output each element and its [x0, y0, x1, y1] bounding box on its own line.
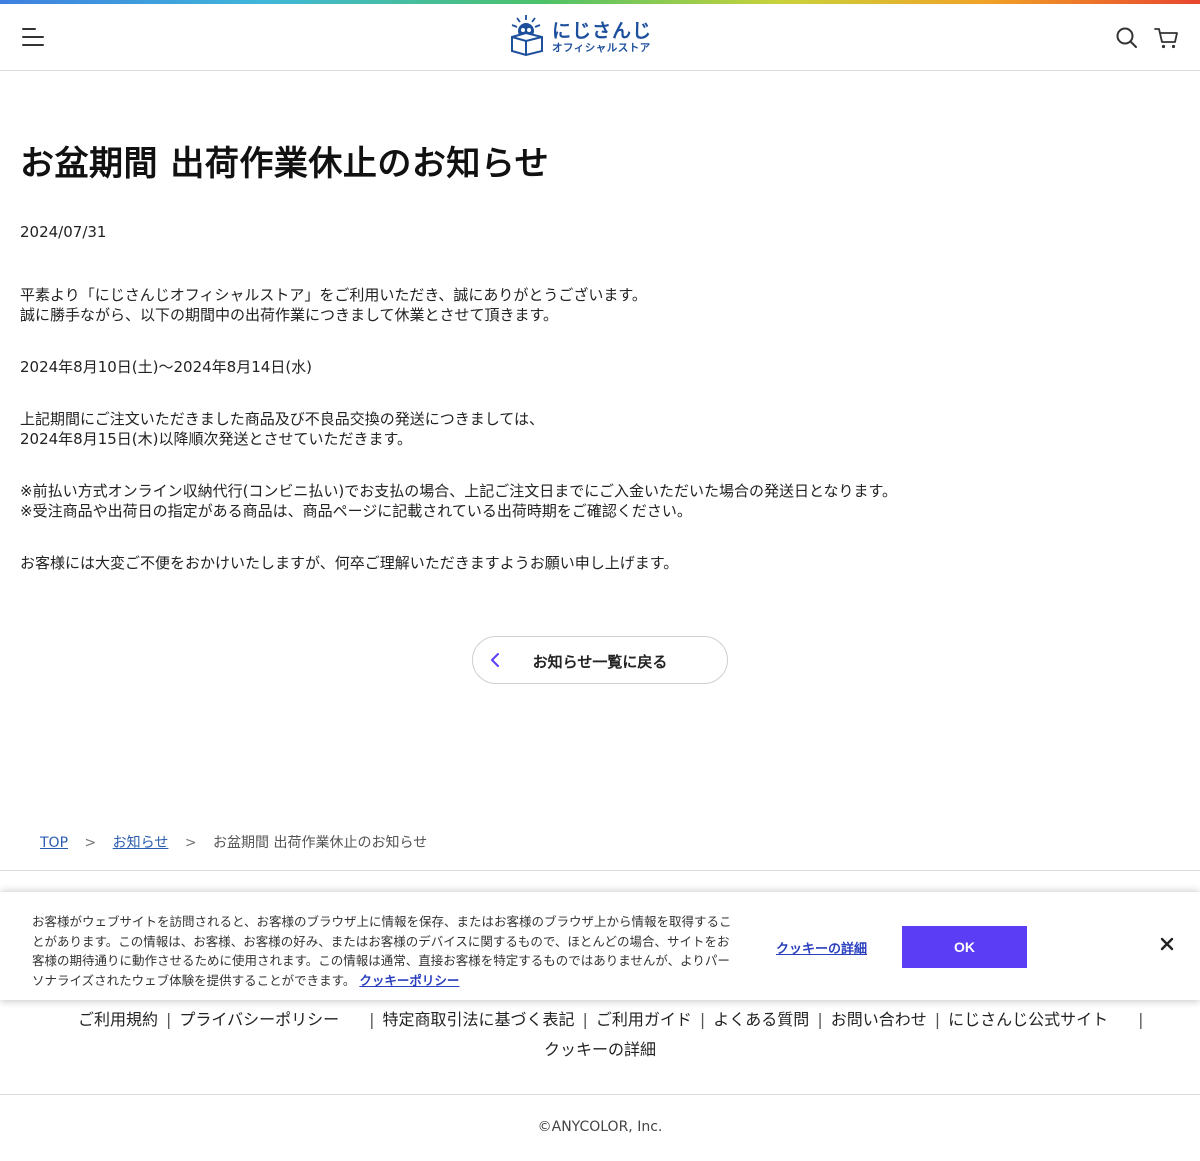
footer-divider [0, 870, 1200, 871]
site-logo[interactable]: にじさんじ オフィシャルストア [508, 13, 670, 59]
copyright-divider [0, 1094, 1200, 1095]
cart-icon[interactable] [1152, 25, 1180, 51]
footer-link-contact[interactable]: お問い合わせ [831, 1010, 927, 1029]
cookie-consent-banner: お客様がウェブサイトを訪問されると、お客様のブラウザ上に情報を保存、またはお客様… [0, 892, 1200, 1000]
back-button-label: お知らせ一覧に戻る [532, 653, 668, 671]
page-title: お盆期間 出荷作業休止のお知らせ [20, 144, 550, 184]
article-paragraph: 上記期間にご注文いただきました商品及び不良品交換の発送につきましては、 2024… [20, 409, 544, 449]
breadcrumb-link-top[interactable]: TOP [40, 835, 68, 851]
breadcrumb-link-news[interactable]: お知らせ [113, 835, 169, 851]
footer-link-official-site[interactable]: にじさんじ公式サイト [948, 1010, 1108, 1029]
breadcrumb-separator: > [184, 835, 197, 851]
logo-text-sub: オフィシャルストア [552, 42, 651, 54]
hamburger-menu-icon[interactable] [22, 26, 46, 48]
paragraph-line: 誠に勝手ながら、以下の期間中の出荷作業につきまして休業とさせて頂きます。 [20, 306, 559, 324]
cookie-policy-link[interactable]: クッキーポリシー [359, 973, 459, 988]
article-paragraph: お客様には大変ご不便をおかけいたしますが、何卒ご理解いただきますようお願い申し上… [20, 553, 678, 573]
post-date: 2024/07/31 [20, 223, 107, 241]
paragraph-line: ※前払い方式オンライン収納代行(コンビニ払い)でお支払の場合、上記ご注文日までに… [20, 482, 898, 500]
footer-link-cookie-details[interactable]: クッキーの詳細 [544, 1040, 656, 1059]
close-icon[interactable] [1158, 935, 1176, 953]
paragraph-line: 2024年8月15日(木)以降順次発送とさせていただきます。 [20, 430, 413, 448]
footer-separator: | [817, 1010, 823, 1029]
footer-separator: | [934, 1010, 941, 1029]
article-paragraph: 2024年8月10日(土)〜2024年8月14日(水) [20, 357, 312, 377]
footer-link-tokushoho[interactable]: 特定商取引法に基づく表記 [382, 1010, 574, 1029]
cookie-banner-text: お客様がウェブサイトを訪問されると、お客様のブラウザ上に情報を保存、またはお客様… [32, 912, 732, 990]
cookie-details-link[interactable]: クッキーの詳細 [776, 938, 867, 957]
breadcrumb: TOP > お知らせ > お盆期間 出荷作業休止のお知らせ [40, 832, 427, 852]
article-paragraph: 平素より「にじさんじオフィシャルストア」をご利用いただき、誠にありがとうございま… [20, 285, 647, 325]
footer-separator: | [699, 1010, 706, 1029]
article-paragraph: ※前払い方式オンライン収納代行(コンビニ払い)でお支払の場合、上記ご注文日までに… [20, 481, 897, 521]
footer-links-row: クッキーの詳細 [544, 1035, 656, 1065]
footer-separator: | [1138, 1010, 1144, 1029]
site-header: にじさんじ オフィシャルストア [0, 4, 1200, 71]
cookie-ok-button[interactable]: OK [902, 926, 1027, 968]
logo-mascot-icon [511, 15, 543, 57]
logo-text-main: にじさんじ [552, 20, 653, 42]
breadcrumb-separator: > [84, 835, 97, 851]
back-to-news-list-button[interactable]: お知らせ一覧に戻る [472, 636, 728, 684]
footer-separator: | [582, 1010, 588, 1029]
footer-link-guide[interactable]: ご利用ガイド [596, 1010, 692, 1029]
paragraph-line: 2024年8月10日(土)〜2024年8月14日(水) [20, 358, 313, 376]
footer-link-privacy[interactable]: プライバシーポリシー [179, 1010, 339, 1029]
paragraph-line: 上記期間にご注文いただきました商品及び不良品交換の発送につきましては、 [20, 410, 544, 428]
footer-link-terms[interactable]: ご利用規約 [78, 1010, 158, 1029]
footer-separator: | [166, 1010, 172, 1029]
paragraph-line: 平素より「にじさんじオフィシャルストア」をご利用いただき、誠にありがとうございま… [20, 286, 647, 304]
paragraph-line: お客様には大変ご不便をおかけいたしますが、何卒ご理解いただきますようお願い申し上… [20, 554, 679, 572]
paragraph-line: ※受注商品や出荷日の指定がある商品は、商品ページに記載されている出荷時期をご確認… [20, 502, 692, 520]
footer-links-row: ご利用規約 | プライバシーポリシー | 特定商取引法に基づく表記 | ご利用ガイド | よくあ… [78, 1005, 1152, 1035]
search-icon[interactable] [1114, 25, 1140, 51]
breadcrumb-current: お盆期間 出荷作業休止のお知らせ [213, 835, 428, 851]
copyright: ©ANYCOLOR, Inc. [537, 1119, 663, 1135]
footer-separator: | [369, 1010, 375, 1029]
footer-link-faq[interactable]: よくある質問 [713, 1010, 809, 1029]
